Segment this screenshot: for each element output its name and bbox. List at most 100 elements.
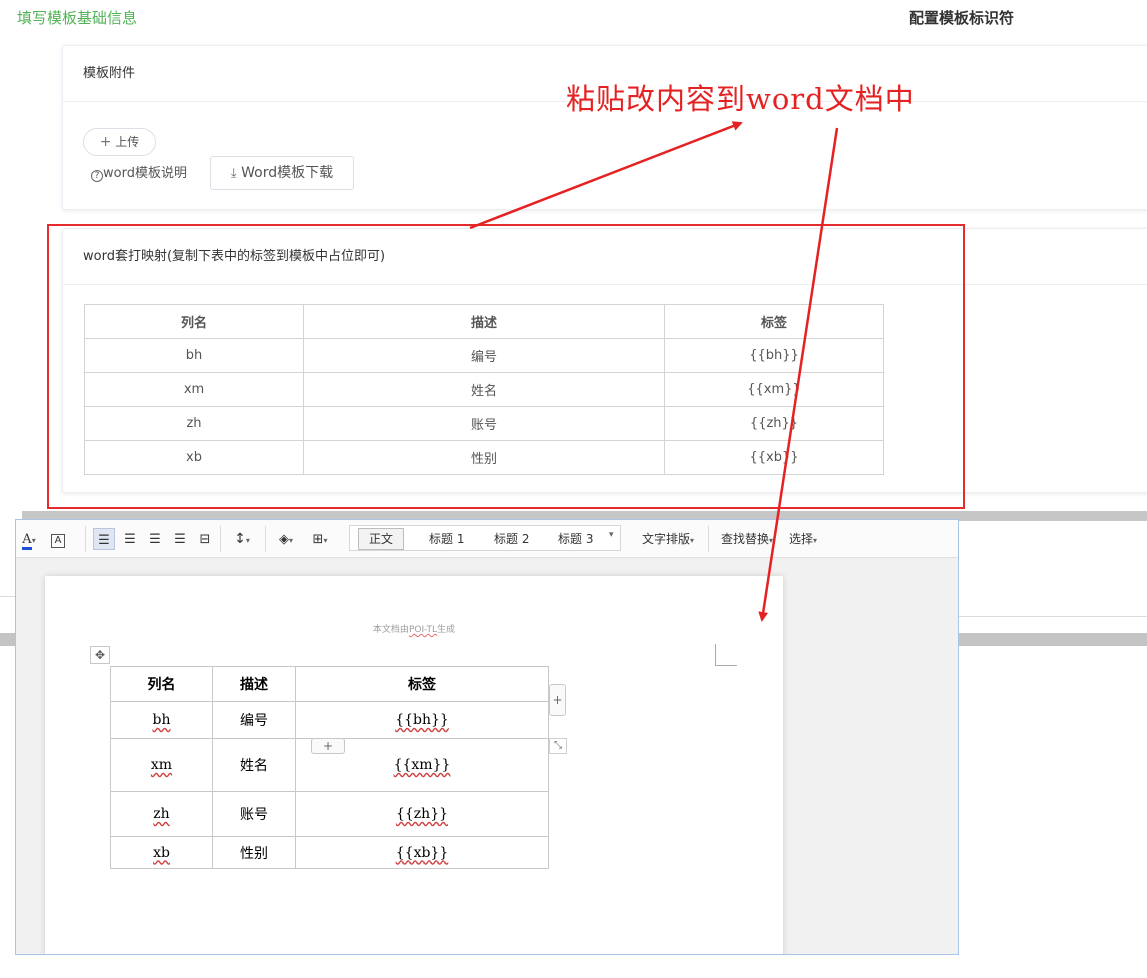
toolbar-divider: [220, 526, 221, 552]
doc-cell-description[interactable]: 编号: [212, 701, 296, 739]
doc-cell-text: 性别: [240, 845, 268, 862]
page-header-suffix: 生成: [437, 625, 456, 635]
doc-cell-text: xm: [150, 757, 173, 773]
doc-cell-text: {{zh}}: [395, 806, 449, 822]
table-row: zh 账号 {{zh}}: [110, 791, 549, 837]
style-gallery-more-icon[interactable]: ▾: [609, 530, 614, 540]
doc-cell-tag[interactable]: {{xb}}: [295, 836, 549, 869]
add-row-plus-icon[interactable]: +: [311, 738, 345, 754]
chevron-down-icon: ▾: [323, 536, 328, 545]
table-row: bh 编号 {{bh}}: [110, 701, 549, 739]
attachment-card: 模板附件 + 上传 ? word模板说明 ⤓ Word模板下载: [62, 45, 1147, 210]
select-label: 选择: [788, 532, 813, 546]
document-table[interactable]: 列名 描述 标签 bh 编号 {{bh}} xm 姓名 {{xm}} zh 账号…: [110, 666, 549, 869]
text-layout-menu[interactable]: 文字排版▾: [635, 528, 701, 550]
table-move-handle-icon[interactable]: ✥: [90, 646, 110, 664]
step-fill-basic-info[interactable]: 填写模板基础信息: [17, 7, 137, 28]
margin-corner-mark: [715, 644, 737, 666]
table-row: zh 账号 {{zh}}: [84, 406, 884, 441]
cell-column-name: bh: [84, 338, 304, 373]
find-replace-menu[interactable]: 查找替换▾: [714, 528, 780, 550]
doc-cell-description[interactable]: 姓名: [212, 738, 296, 792]
doc-cell-description[interactable]: 性别: [212, 836, 296, 869]
borders-button[interactable]: ⊞▾: [305, 528, 335, 550]
toolbar-divider: [85, 526, 86, 552]
download-icon: ⤓: [230, 166, 237, 181]
doc-table-header: 列名 描述 标签: [110, 666, 549, 702]
doc-cell-column-name[interactable]: xm: [110, 738, 213, 792]
word-mapping-card: word套打映射(复制下表中的标签到模板中占位即可) 列名 描述 标签 bh 编…: [62, 228, 1147, 493]
word-document-window: A▾ A ☰ ☰ ☰ ☰ ⊟ ↕▾ ◈▾ ⊞▾ 正文 标题 1 标题 2 标题 …: [15, 519, 959, 955]
word-template-help-label: word模板说明: [103, 166, 187, 181]
upload-button-label: 上传: [115, 135, 140, 149]
doc-cell-text: xb: [153, 844, 170, 861]
header-tag: 标签: [664, 304, 884, 339]
chevron-down-icon: ▾: [690, 536, 695, 545]
align-left-icon: ☰: [98, 533, 110, 548]
page-header-prefix: 本文档由: [372, 625, 409, 635]
align-left-button[interactable]: ☰: [93, 528, 115, 550]
style-normal[interactable]: 正文: [358, 528, 405, 550]
table-row: xm 姓名 {{xm}}: [84, 372, 884, 407]
doc-cell-column-name[interactable]: zh: [110, 791, 213, 837]
doc-cell-text: zh: [153, 806, 170, 822]
cell-column-name: xb: [84, 440, 304, 475]
doc-cell-description[interactable]: 账号: [212, 791, 296, 837]
find-replace-label: 查找替换: [720, 532, 769, 546]
chevron-down-icon: ▾: [769, 536, 774, 545]
line-spacing-icon: ↕: [234, 531, 246, 547]
distributed-align-button[interactable]: ⊟: [194, 528, 216, 550]
align-center-icon: ☰: [124, 532, 136, 547]
step-configure-identifiers[interactable]: 配置模板标识符: [909, 7, 1014, 28]
doc-header-description[interactable]: 描述: [212, 666, 296, 702]
doc-cell-text: {{xm}}: [393, 757, 451, 773]
divider: [955, 616, 1147, 617]
add-column-plus-icon[interactable]: +: [549, 684, 566, 716]
doc-cell-column-name[interactable]: bh: [110, 701, 213, 739]
font-color-icon: A: [22, 533, 32, 550]
doc-cell-text: 编号: [240, 713, 268, 729]
shading-button[interactable]: ◈▾: [271, 528, 301, 550]
doc-header-tag[interactable]: 标签: [295, 666, 549, 702]
doc-cell-tag[interactable]: {{zh}}: [295, 791, 549, 837]
plus-icon: +: [99, 134, 112, 150]
cell-column-name: xm: [84, 372, 304, 407]
page-header-text: 本文档由POI-TL生成: [45, 622, 783, 635]
toolbar-divider: [265, 526, 266, 552]
table-resize-icon[interactable]: ⤡: [549, 738, 567, 754]
char-border-button[interactable]: A: [49, 528, 67, 550]
style-heading-1[interactable]: 标题 1: [429, 530, 464, 547]
doc-cell-text: 姓名: [240, 758, 268, 774]
align-right-icon: ☰: [149, 532, 161, 547]
align-justify-icon: ☰: [174, 532, 186, 547]
cell-tag[interactable]: {{xb}}: [664, 440, 884, 475]
font-color-button[interactable]: A▾: [16, 528, 42, 550]
line-spacing-button[interactable]: ↕▾: [226, 528, 258, 550]
upload-button[interactable]: + 上传: [83, 128, 156, 156]
table-row: xb 性别 {{xb}}: [84, 440, 884, 475]
chevron-down-icon: ▾: [31, 536, 36, 545]
word-template-help-link[interactable]: ? word模板说明: [91, 166, 187, 182]
align-right-button[interactable]: ☰: [144, 528, 166, 550]
cell-description: 编号: [303, 338, 665, 373]
text-layout-label: 文字排版: [641, 532, 690, 546]
word-ribbon: A▾ A ☰ ☰ ☰ ☰ ⊟ ↕▾ ◈▾ ⊞▾ 正文 标题 1 标题 2 标题 …: [16, 520, 958, 558]
doc-header-column-name[interactable]: 列名: [110, 666, 213, 702]
cell-column-name: zh: [84, 406, 304, 441]
align-justify-button[interactable]: ☰: [169, 528, 191, 550]
word-template-download-button[interactable]: ⤓ Word模板下载: [210, 156, 354, 190]
doc-cell-text: {{bh}}: [395, 712, 449, 728]
select-menu[interactable]: 选择▾: [783, 528, 823, 550]
mapping-table-header: 列名 描述 标签: [84, 304, 884, 339]
cell-tag[interactable]: {{xm}}: [664, 372, 884, 407]
distributed-align-icon: ⊟: [199, 532, 211, 547]
align-center-button[interactable]: ☰: [119, 528, 141, 550]
header-column-name: 列名: [84, 304, 304, 339]
document-page[interactable]: 本文档由POI-TL生成 ✥ 列名 描述 标签 bh 编号 {{bh}} xm …: [45, 576, 783, 954]
doc-cell-column-name[interactable]: xb: [110, 836, 213, 869]
cell-tag[interactable]: {{bh}}: [664, 338, 884, 373]
style-heading-3[interactable]: 标题 3: [558, 530, 593, 547]
cell-tag[interactable]: {{zh}}: [664, 406, 884, 441]
doc-cell-tag[interactable]: {{bh}}: [295, 701, 549, 739]
style-heading-2[interactable]: 标题 2: [494, 530, 529, 547]
